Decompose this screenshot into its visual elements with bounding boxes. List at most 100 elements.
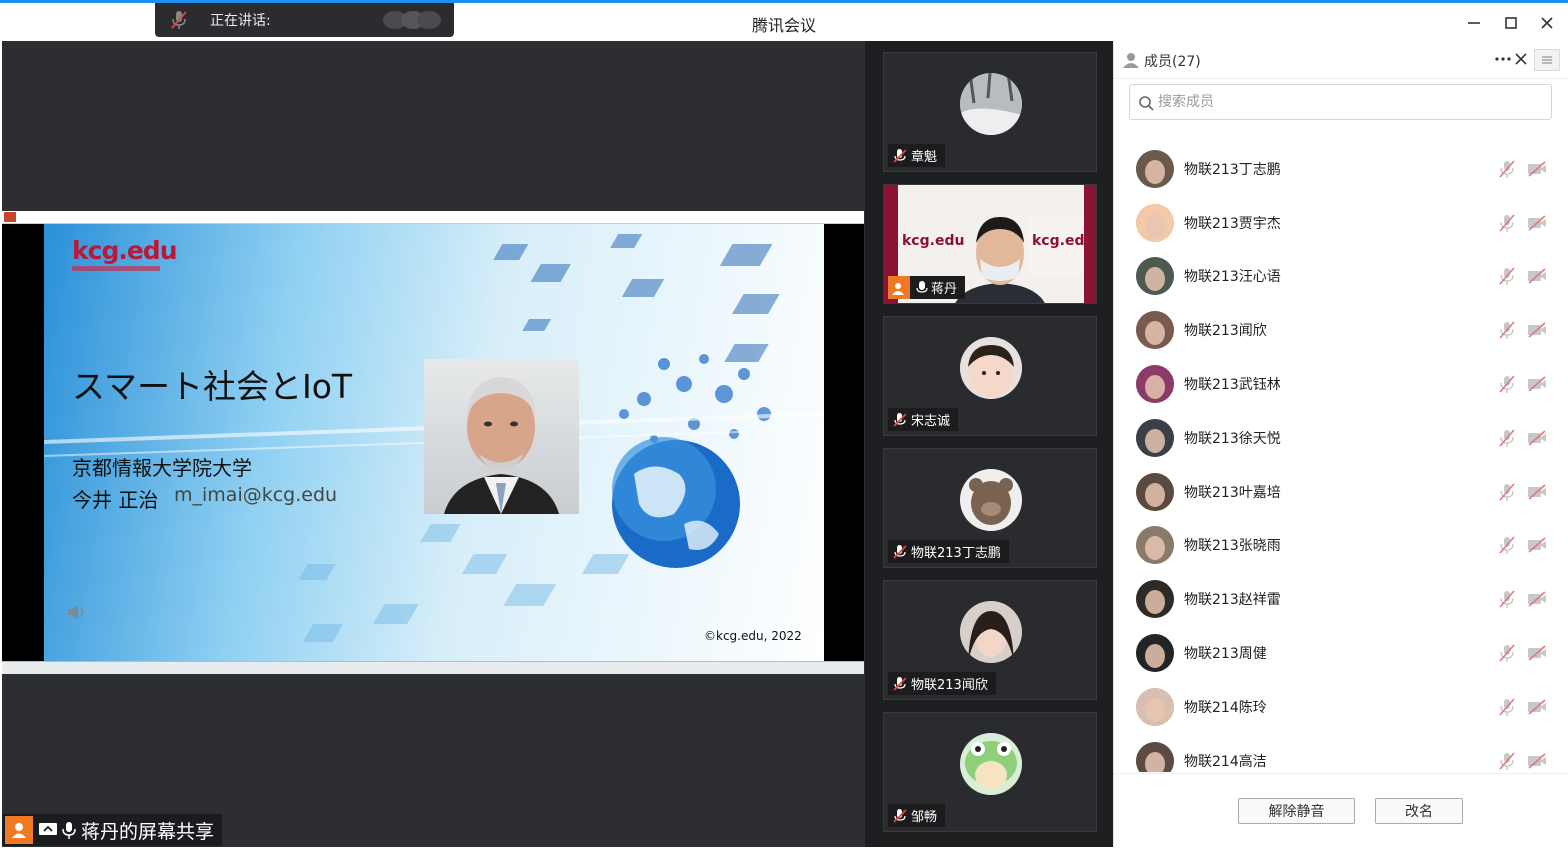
maximize-icon[interactable] xyxy=(1503,15,1519,31)
user-avatar-icon xyxy=(888,276,910,299)
avatar xyxy=(1136,634,1174,673)
powerpoint-titlebar xyxy=(2,211,864,224)
member-name: 物联213闻欣 xyxy=(1184,323,1267,340)
muted-mic-icon[interactable] xyxy=(1498,697,1516,717)
member-search xyxy=(1129,84,1552,120)
video-tile-active[interactable]: kcg.edu kcg.edu 蒋丹 xyxy=(883,184,1097,304)
member-row[interactable]: 物联214陈玲 xyxy=(1114,680,1568,734)
screen-share-badge: 蒋丹的屏幕共享 xyxy=(2,814,223,846)
minimize-icon[interactable] xyxy=(1466,15,1482,31)
avatar xyxy=(1136,311,1174,350)
member-row[interactable]: 物联213周健 xyxy=(1114,626,1568,680)
muted-mic-icon[interactable] xyxy=(1498,482,1516,502)
camera-off-icon[interactable] xyxy=(1526,160,1548,178)
member-row[interactable]: 物联213叶嘉培 xyxy=(1114,465,1568,519)
slide-logo-mark xyxy=(72,266,160,271)
tile-name-label: 物联213闻欣 xyxy=(888,672,996,695)
video-gallery: 章魁 kcg.edu kcg.edu 蒋丹 宋志诚 物联213丁志鹏 物联213… xyxy=(865,41,1113,847)
avatar xyxy=(1136,526,1174,565)
unmute-all-button[interactable]: 解除静音 xyxy=(1238,798,1355,824)
avatar xyxy=(1136,472,1174,511)
avatar xyxy=(1136,203,1174,242)
search-input[interactable] xyxy=(1158,92,1538,112)
muted-mic-icon[interactable] xyxy=(1498,374,1516,394)
member-name: 物联214陈玲 xyxy=(1184,699,1267,716)
video-tile[interactable]: 章魁 xyxy=(883,52,1097,172)
mic-icon xyxy=(62,822,76,839)
avatar xyxy=(960,469,1022,531)
mic-icon xyxy=(916,280,928,293)
camera-off-icon[interactable] xyxy=(1526,214,1548,232)
muted-mic-icon[interactable] xyxy=(1498,751,1516,771)
member-row[interactable]: 物联213徐天悦 xyxy=(1114,411,1568,465)
muted-mic-icon[interactable] xyxy=(1498,159,1516,179)
member-row[interactable]: 物联213武钰林 xyxy=(1114,357,1568,411)
close-panel-icon[interactable] xyxy=(1514,52,1528,66)
muted-mic-icon[interactable] xyxy=(1498,213,1516,233)
tile-name-label: 物联213丁志鹏 xyxy=(888,540,1009,563)
tile-name-label: 蒋丹 xyxy=(888,276,966,299)
member-row[interactable]: 物联213丁志鹏 xyxy=(1114,142,1568,196)
camera-off-icon[interactable] xyxy=(1526,267,1548,285)
camera-off-icon[interactable] xyxy=(1526,321,1548,339)
video-tile[interactable]: 物联213闻欣 xyxy=(883,580,1097,700)
muted-mic-icon[interactable] xyxy=(1498,266,1516,286)
powerpoint-window: kcg.edu スマート社会とIoT 京都情報大学院大学 今井 正治 m_ima… xyxy=(2,211,864,674)
avatar xyxy=(960,337,1022,399)
panel-menu-icon[interactable] xyxy=(1534,49,1560,71)
muted-mic-icon[interactable] xyxy=(1498,589,1516,609)
member-name: 物联213汪心语 xyxy=(1184,269,1281,286)
screen-share-label: 蒋丹的屏幕共享 xyxy=(81,820,215,843)
slide-title: スマート社会とIoT xyxy=(72,367,353,406)
camera-off-icon[interactable] xyxy=(1526,375,1548,393)
video-tile[interactable]: 宋志诚 xyxy=(883,316,1097,436)
camera-off-icon[interactable] xyxy=(1526,590,1548,608)
muted-mic-icon xyxy=(171,11,187,29)
slide-email: m_imai@kcg.edu xyxy=(174,484,338,506)
camera-off-icon[interactable] xyxy=(1526,536,1548,554)
muted-mic-icon[interactable] xyxy=(1498,428,1516,448)
muted-mic-icon[interactable] xyxy=(1498,643,1516,663)
video-tile[interactable]: 邹畅 xyxy=(883,712,1097,832)
svg-text:kcg.edu: kcg.edu xyxy=(902,233,964,249)
powerpoint-statusbar xyxy=(2,661,864,674)
camera-off-icon[interactable] xyxy=(1526,698,1548,716)
muted-mic-icon[interactable] xyxy=(1498,320,1516,340)
member-name: 物联213贾宇杰 xyxy=(1184,215,1281,232)
audio-speaker-icon xyxy=(68,604,84,620)
members-title: 成员(27) xyxy=(1144,54,1201,70)
member-row[interactable]: 物联213张晓雨 xyxy=(1114,519,1568,573)
app-window: 腾讯会议 正在讲话: kcg.edu スマート社会とIoT 京都情報大学院大学 … xyxy=(0,0,1568,848)
camera-off-icon[interactable] xyxy=(1526,752,1548,770)
muted-mic-icon[interactable] xyxy=(1498,535,1516,555)
avatar xyxy=(1136,580,1174,619)
member-row[interactable]: 物联213贾宇杰 xyxy=(1114,196,1568,250)
slide-copyright: ©kcg.edu, 2022 xyxy=(704,629,802,643)
camera-off-icon[interactable] xyxy=(1526,644,1548,662)
members-header: 成员(27) xyxy=(1114,41,1568,79)
avatar xyxy=(1136,365,1174,404)
member-name: 物联213丁志鹏 xyxy=(1184,161,1281,178)
slide-logo: kcg.edu xyxy=(72,236,177,265)
member-row[interactable]: 物联213汪心语 xyxy=(1114,250,1568,304)
camera-off-icon[interactable] xyxy=(1526,429,1548,447)
camera-off-icon[interactable] xyxy=(1526,483,1548,501)
user-avatar-icon xyxy=(5,816,33,844)
video-tile[interactable]: 物联213丁志鹏 xyxy=(883,448,1097,568)
muted-mic-icon xyxy=(893,808,907,823)
avatar xyxy=(1136,149,1174,188)
member-row[interactable]: 物联213赵祥雷 xyxy=(1114,572,1568,626)
member-row[interactable]: 物联213闻欣 xyxy=(1114,303,1568,357)
avatar xyxy=(960,73,1022,135)
avatar xyxy=(1136,687,1174,726)
rename-button[interactable]: 改名 xyxy=(1375,798,1463,824)
slide-presenter-name: 今井 正治 xyxy=(72,488,159,512)
avatar xyxy=(1136,257,1174,296)
speaking-indicator: 正在讲话: xyxy=(155,3,454,37)
speaker-avatar-blur xyxy=(383,11,441,29)
member-name: 物联213周健 xyxy=(1184,646,1267,663)
more-options-icon[interactable] xyxy=(1494,55,1512,63)
member-row[interactable]: 物联214高洁 xyxy=(1114,734,1568,772)
close-icon[interactable] xyxy=(1539,15,1555,31)
presentation-slide: kcg.edu スマート社会とIoT 京都情報大学院大学 今井 正治 m_ima… xyxy=(44,224,824,661)
